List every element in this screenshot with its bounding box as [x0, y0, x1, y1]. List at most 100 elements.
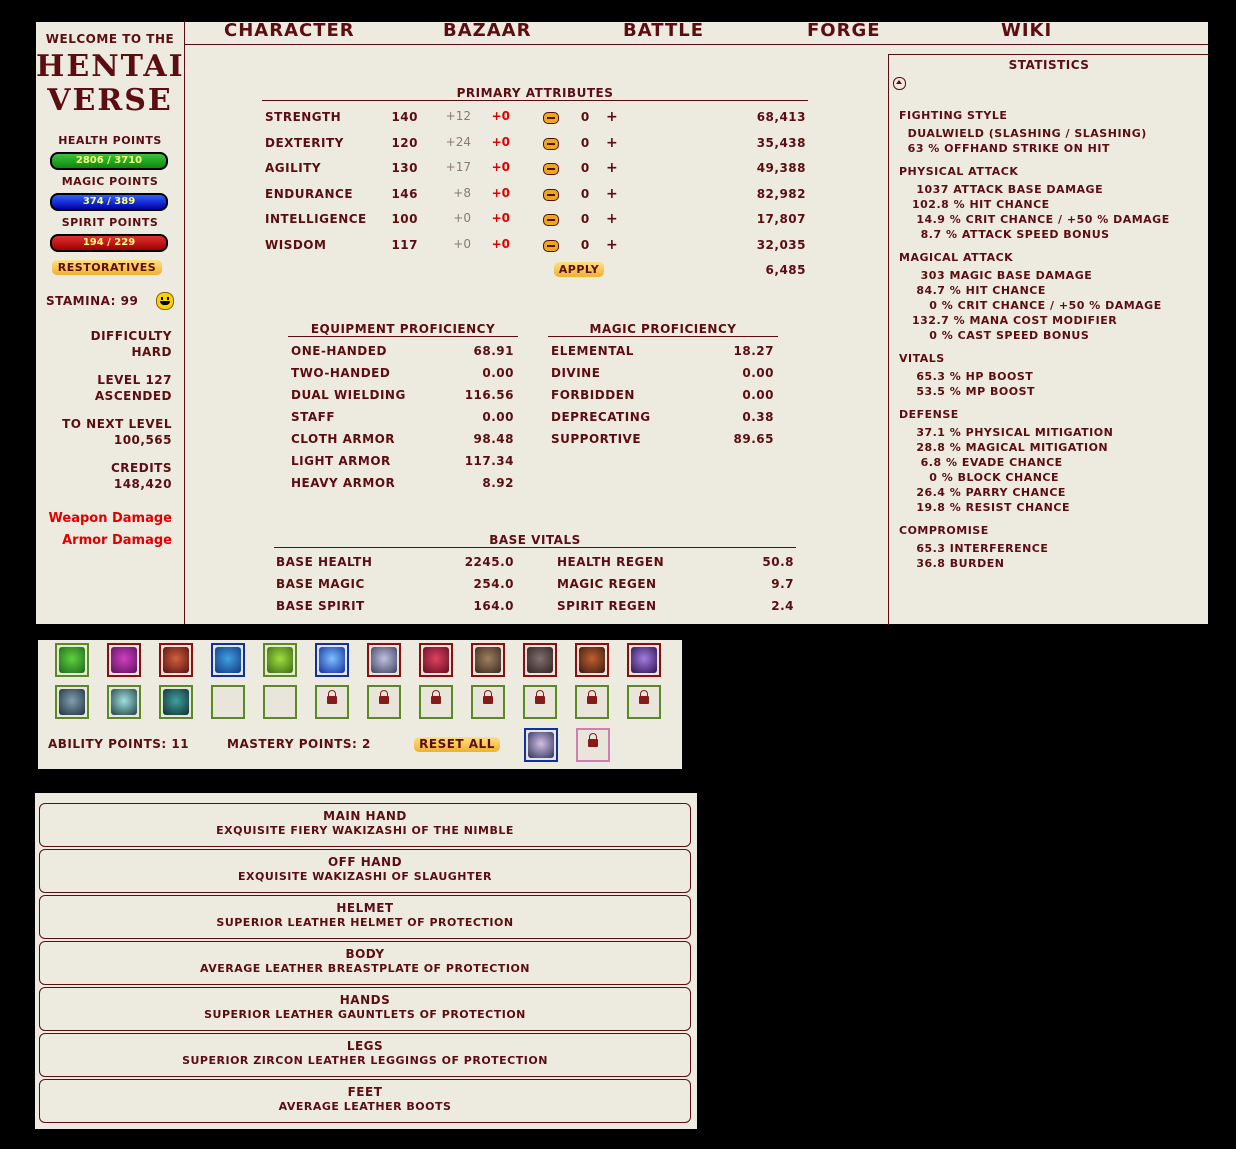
armor-damage-link[interactable]: Armor Damage — [62, 533, 172, 548]
ability-icon-slot[interactable] — [107, 643, 141, 677]
statistics-line: 63 % offhand strike on hit — [899, 142, 1110, 155]
welcome-text: Welcome to the — [45, 32, 175, 46]
spirit-bar: 194 / 229 — [50, 234, 168, 252]
statistics-line: Physical Attack — [899, 165, 1019, 178]
ability-icon-slot[interactable] — [211, 643, 245, 677]
apply-button[interactable]: Apply — [554, 262, 604, 277]
ability-icon — [267, 647, 293, 673]
equipment-panel: Main Hand Exquisite Fiery Wakizashi of th… — [35, 793, 697, 1129]
equipment-item-name: Exquisite Wakizashi of Slaughter — [238, 870, 492, 883]
eq-prof-value: 8.92 — [482, 476, 514, 490]
attr-plus-button[interactable]: + — [606, 238, 618, 252]
ability-icon-slot[interactable] — [159, 643, 193, 677]
ability-icon-slot[interactable] — [523, 643, 557, 677]
collapse-icon[interactable] — [893, 77, 906, 90]
equipment-slot[interactable]: Off Hand Exquisite Wakizashi of Slaughter — [39, 849, 691, 893]
level-value: Ascended — [94, 389, 172, 403]
locked-ability-slot[interactable] — [471, 685, 505, 719]
ability-icon-slot[interactable] — [315, 643, 349, 677]
eq-prof-name: Light Armor — [291, 454, 391, 468]
statistics-line: 53.5 % MP boost — [899, 385, 1035, 398]
eq-prof-name: Staff — [291, 410, 336, 424]
locked-ability-slot[interactable] — [627, 685, 661, 719]
nav-character[interactable]: Character — [224, 20, 355, 41]
attr-plus-button[interactable]: + — [606, 187, 618, 201]
attr-minus-button[interactable] — [543, 239, 559, 252]
difficulty-value: Hard — [131, 345, 172, 359]
eq-prof-name: One-handed — [291, 344, 387, 358]
ability-icon-slot[interactable] — [471, 643, 505, 677]
attr-mod: +0 — [491, 211, 510, 225]
statistics-line: Defense — [899, 408, 959, 421]
ability-icon-slot[interactable] — [107, 685, 141, 719]
mastery-icon-slot[interactable] — [524, 728, 558, 762]
restoratives-button[interactable]: Restoratives — [52, 260, 162, 275]
attr-exp: 68,413 — [756, 110, 806, 124]
equipment-slot[interactable]: Feet Average Leather Boots — [39, 1079, 691, 1123]
attr-plus-button[interactable]: + — [606, 136, 618, 150]
attr-minus-button[interactable] — [543, 137, 559, 150]
base-vital-name: Base Health — [276, 555, 373, 569]
logo-line2: VERSE — [47, 83, 173, 118]
ability-icon-slot[interactable] — [367, 643, 401, 677]
credits-value: 148,420 — [113, 477, 172, 491]
ability-icon-slot[interactable] — [55, 643, 89, 677]
equipment-slot[interactable]: Body Average Leather Breastplate of Prote… — [39, 941, 691, 985]
locked-ability-slot[interactable] — [315, 685, 349, 719]
health-label: Health Points — [58, 134, 162, 147]
locked-ability-slot[interactable] — [367, 685, 401, 719]
weapon-damage-link[interactable]: Weapon Damage — [49, 511, 173, 526]
equipment-item-name: Superior Leather Helmet of Protection — [216, 916, 514, 929]
attr-minus-button[interactable] — [543, 112, 559, 124]
attr-name: Strength — [265, 110, 342, 124]
equipment-slot[interactable]: Helmet Superior Leather Helmet of Protect… — [39, 895, 691, 939]
attr-minus-button[interactable] — [543, 163, 559, 175]
nav-battle[interactable]: Battle — [623, 20, 704, 41]
ability-icon-slot[interactable] — [263, 643, 297, 677]
eq-prof-value: 0.00 — [482, 410, 514, 424]
attr-plus-button[interactable]: + — [606, 161, 618, 175]
attr-plus-button[interactable]: + — [606, 212, 618, 226]
nav-forge[interactable]: Forge — [807, 20, 881, 41]
lock-icon — [431, 690, 441, 704]
empty-ability-slot[interactable] — [211, 685, 245, 719]
locked-ability-slot[interactable] — [419, 685, 453, 719]
nav-bazaar[interactable]: Bazaar — [443, 20, 531, 41]
eq-prof-value: 117.34 — [464, 454, 514, 468]
equipment-slot[interactable]: Hands Superior Leather Gauntlets of Prote… — [39, 987, 691, 1031]
ability-icon-slot[interactable] — [627, 643, 661, 677]
ability-icon — [163, 647, 189, 673]
ability-icon-slot[interactable] — [159, 685, 193, 719]
mastery-points: Mastery Points: 2 — [227, 737, 371, 751]
attr-minus-button[interactable] — [543, 214, 559, 226]
lock-icon — [535, 690, 545, 704]
ability-icon — [111, 647, 137, 673]
character-panel: Welcome to the HENTAI VERSE Health Point… — [36, 20, 1209, 625]
equipment-slot[interactable]: Legs Superior Zircon Leather Leggings of … — [39, 1033, 691, 1077]
eq-prof-name: Dual Wielding — [291, 388, 406, 402]
attr-bonus: +17 — [445, 160, 471, 174]
attr-name: Dexterity — [265, 135, 344, 150]
attr-plus-button[interactable]: + — [606, 110, 618, 124]
ability-icon — [59, 647, 85, 673]
statistics-line: 14.9 % crit chance / +50 % damage — [899, 213, 1170, 226]
locked-mastery-slot[interactable] — [576, 728, 610, 762]
ability-icon-slot[interactable] — [55, 685, 89, 719]
locked-ability-slot[interactable] — [575, 685, 609, 719]
ability-icon-slot[interactable] — [575, 643, 609, 677]
attr-exp: 17,807 — [756, 212, 806, 226]
attr-minus-button[interactable] — [543, 188, 559, 201]
empty-ability-slot[interactable] — [263, 685, 297, 719]
ability-icon-slot[interactable] — [419, 643, 453, 677]
magic-proficiency-title: Magic Proficiency — [548, 322, 778, 337]
nav-wiki[interactable]: Wiki — [1001, 20, 1052, 41]
next-level-value: 100,565 — [113, 433, 172, 447]
attr-mod: +0 — [491, 185, 510, 200]
attr-alloc: 0 — [580, 161, 590, 175]
magic-prof-value: 89.65 — [733, 432, 774, 446]
locked-ability-slot[interactable] — [523, 685, 557, 719]
ability-icon — [423, 647, 449, 673]
regen-value: 2.4 — [771, 599, 794, 613]
equipment-slot[interactable]: Main Hand Exquisite Fiery Wakizashi of th… — [39, 803, 691, 847]
reset-all-button[interactable]: Reset All — [414, 737, 500, 752]
